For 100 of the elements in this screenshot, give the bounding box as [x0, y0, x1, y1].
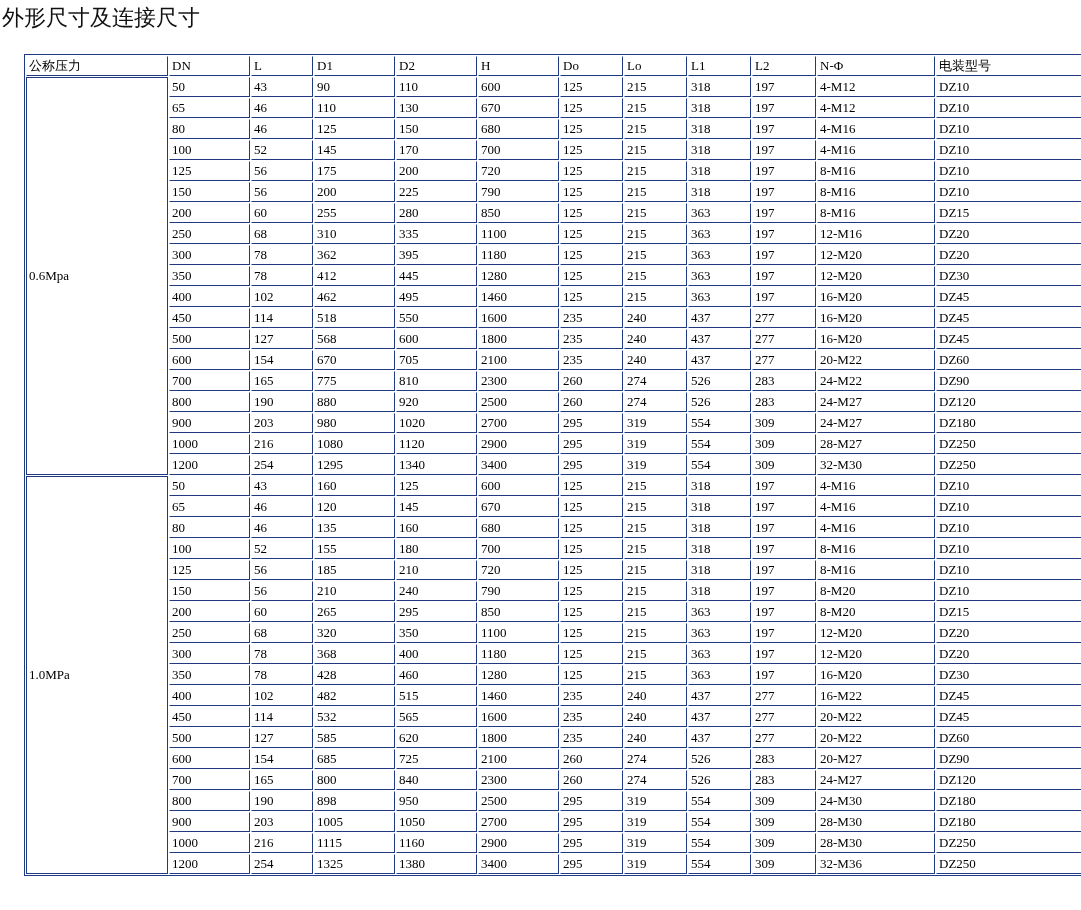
table-cell: 56	[251, 161, 313, 181]
table-cell: 450	[169, 308, 250, 328]
table-cell: 554	[688, 434, 751, 454]
table-cell: 4-M16	[817, 476, 935, 496]
table-cell: 80	[169, 518, 250, 538]
table-cell: 185	[314, 560, 395, 580]
column-header: H	[478, 56, 559, 76]
table-cell: 215	[624, 539, 687, 559]
table-cell: 175	[314, 161, 395, 181]
table-cell: 150	[396, 119, 477, 139]
table-cell: 235	[560, 308, 623, 328]
table-cell: 160	[314, 476, 395, 496]
table-cell: 125	[560, 287, 623, 307]
table-cell: 170	[396, 140, 477, 160]
table-cell: 197	[752, 581, 816, 601]
table-cell: 197	[752, 224, 816, 244]
table-cell: 460	[396, 665, 477, 685]
table-cell: 318	[688, 581, 751, 601]
table-cell: 319	[624, 455, 687, 475]
table-cell: 395	[396, 245, 477, 265]
table-cell: 1180	[478, 644, 559, 664]
table-cell: 500	[169, 728, 250, 748]
column-header: Lo	[624, 56, 687, 76]
table-cell: 2300	[478, 371, 559, 391]
table-cell: 154	[251, 350, 313, 370]
table-cell: 295	[560, 812, 623, 832]
table-cell: 125	[560, 602, 623, 622]
table-cell: 60	[251, 203, 313, 223]
table-cell: 125	[560, 203, 623, 223]
table-cell: 363	[688, 644, 751, 664]
table-cell: 3400	[478, 854, 559, 874]
table-cell: 197	[752, 476, 816, 496]
table-cell: 65	[169, 497, 250, 517]
table-cell: 790	[478, 182, 559, 202]
table-cell: 277	[752, 686, 816, 706]
table-cell: 203	[251, 812, 313, 832]
table-cell: 215	[624, 287, 687, 307]
column-header: 电装型号	[936, 56, 1081, 76]
table-cell: 125	[560, 182, 623, 202]
table-cell: 600	[396, 329, 477, 349]
table-cell: 216	[251, 833, 313, 853]
table-cell: 680	[478, 119, 559, 139]
table-cell: 125	[560, 644, 623, 664]
table-cell: 215	[624, 497, 687, 517]
table-cell: 215	[624, 203, 687, 223]
table-cell: 2100	[478, 350, 559, 370]
table-cell: 265	[314, 602, 395, 622]
table-cell: 240	[624, 329, 687, 349]
table-cell: 318	[688, 539, 751, 559]
table-cell: 197	[752, 644, 816, 664]
column-header: DN	[169, 56, 250, 76]
table-cell: 127	[251, 728, 313, 748]
table-cell: 155	[314, 539, 395, 559]
table-cell: 428	[314, 665, 395, 685]
table-cell: 200	[314, 182, 395, 202]
table-cell: 2900	[478, 833, 559, 853]
table-cell: 197	[752, 665, 816, 685]
table-cell: 12-M20	[817, 266, 935, 286]
table-cell: 24-M22	[817, 371, 935, 391]
table-cell: 235	[560, 350, 623, 370]
table-cell: 12-M16	[817, 224, 935, 244]
table-cell: 16-M20	[817, 329, 935, 349]
table-cell: 197	[752, 497, 816, 517]
table-cell: 215	[624, 98, 687, 118]
table-cell: 197	[752, 287, 816, 307]
table-cell: 260	[560, 770, 623, 790]
table-cell: 215	[624, 644, 687, 664]
table-cell: 309	[752, 455, 816, 475]
table-cell: 283	[752, 749, 816, 769]
table-cell: 150	[169, 182, 250, 202]
table-cell: 1460	[478, 686, 559, 706]
table-cell: 680	[478, 518, 559, 538]
table-cell: 160	[396, 518, 477, 538]
table-cell: 8-M16	[817, 182, 935, 202]
table-cell: 8-M16	[817, 161, 935, 181]
table-cell: 2500	[478, 791, 559, 811]
column-header: L1	[688, 56, 751, 76]
table-cell: 197	[752, 539, 816, 559]
table-cell: 125	[560, 623, 623, 643]
table-cell: 1200	[169, 854, 250, 874]
table-cell: 12-M20	[817, 623, 935, 643]
table-cell: 790	[478, 581, 559, 601]
table-cell: 20-M27	[817, 749, 935, 769]
table-cell: 203	[251, 413, 313, 433]
table-cell: 125	[560, 518, 623, 538]
table-cell: 437	[688, 350, 751, 370]
table-cell: 600	[169, 749, 250, 769]
table-cell: 850	[478, 203, 559, 223]
table-cell: 515	[396, 686, 477, 706]
table-cell: 295	[560, 434, 623, 454]
column-header: L2	[752, 56, 816, 76]
table-cell: 300	[169, 245, 250, 265]
table-cell: 277	[752, 329, 816, 349]
table-cell: 46	[251, 497, 313, 517]
table-cell: 274	[624, 392, 687, 412]
table-cell: 60	[251, 602, 313, 622]
table-cell: 125	[560, 476, 623, 496]
column-header: D1	[314, 56, 395, 76]
table-cell: 125	[314, 119, 395, 139]
table-cell: 125	[560, 119, 623, 139]
